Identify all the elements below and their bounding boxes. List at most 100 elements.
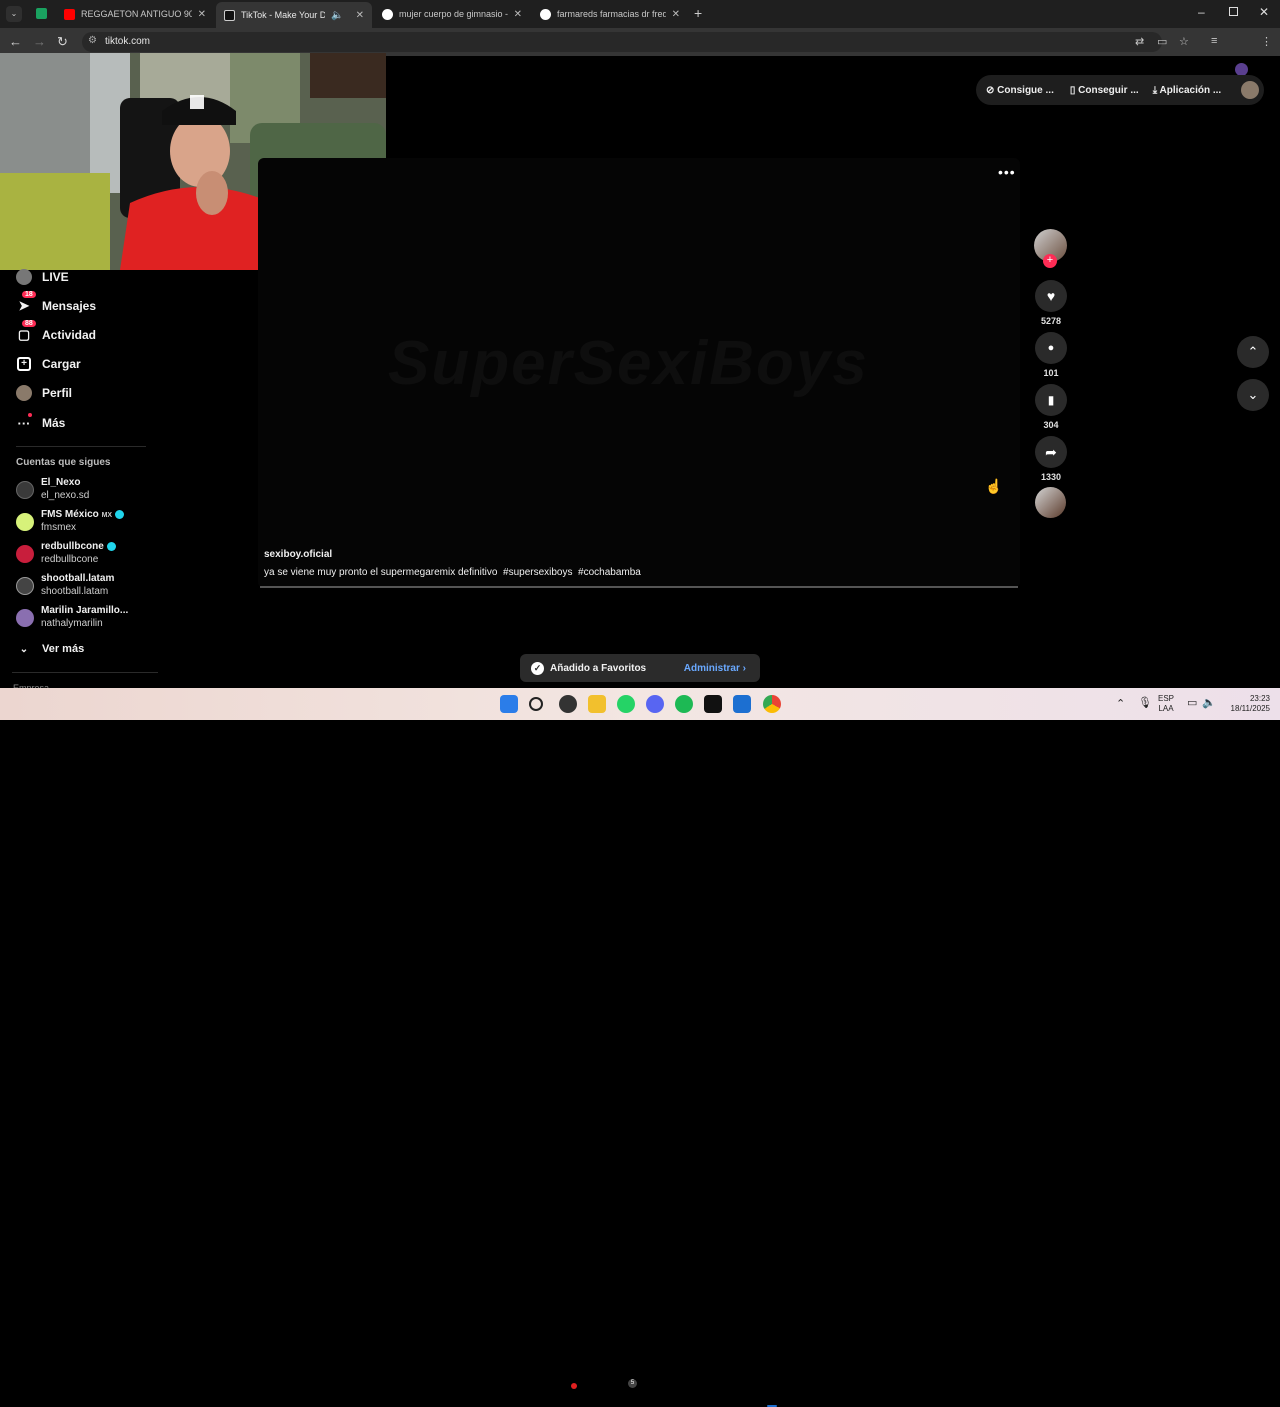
search-icon[interactable] bbox=[529, 697, 543, 711]
pinned-tab[interactable] bbox=[32, 4, 52, 24]
activity-icon: ▢ 88 bbox=[16, 320, 36, 343]
sidebar-item-more[interactable]: ··· Más bbox=[16, 413, 66, 431]
tab-tiktok[interactable]: TikTok - Make Your Day 🔈 ✕ bbox=[216, 2, 372, 28]
get-app-button[interactable]: ▯ Conseguir ... bbox=[1070, 85, 1139, 96]
bookmark-icon: ▮ bbox=[1047, 393, 1055, 407]
url-field[interactable]: ⚙ tiktok.com bbox=[82, 32, 1162, 52]
following-account[interactable]: FMS México MX fmsmex bbox=[16, 509, 125, 533]
like-button[interactable]: ♥ bbox=[1035, 280, 1067, 312]
volume-icon[interactable]: 🔈 bbox=[1202, 696, 1216, 709]
sidebar-item-label: Más bbox=[42, 416, 66, 430]
following-account[interactable]: El_Nexo el_nexo.sd bbox=[16, 477, 89, 501]
bookmark-star-icon[interactable]: ☆ bbox=[1179, 35, 1189, 48]
close-tab-icon[interactable]: ✕ bbox=[672, 9, 680, 20]
close-tab-icon[interactable]: ✕ bbox=[356, 10, 364, 21]
sidebar-item-label: Mensajes bbox=[42, 299, 97, 313]
translate-icon[interactable]: ⇄ bbox=[1135, 35, 1144, 48]
toast-message: Añadido a Favoritos bbox=[550, 662, 647, 674]
clock[interactable]: 23:23 18/11/2025 bbox=[1226, 694, 1270, 714]
share-count: 1330 bbox=[1040, 472, 1062, 482]
more-options-icon[interactable]: ••• bbox=[998, 164, 1016, 180]
music-disc-avatar[interactable] bbox=[1035, 487, 1066, 518]
video-author[interactable]: sexiboy.oficial bbox=[264, 549, 332, 560]
account-name: FMS México bbox=[41, 509, 99, 520]
google-icon bbox=[382, 8, 393, 20]
comment-button[interactable]: ● bbox=[1035, 332, 1067, 364]
previous-video-button[interactable]: ⌃ bbox=[1237, 336, 1269, 368]
menu-icon[interactable]: ⋮ bbox=[1261, 35, 1272, 48]
sidebar-item-messages[interactable]: ➤ 18 Mensajes bbox=[16, 291, 97, 314]
video-player[interactable]: SuperSexiBoys ••• sexiboy.oficial ya se … bbox=[258, 158, 1020, 588]
whatsapp-badge: 5 bbox=[628, 1379, 637, 1388]
verified-icon bbox=[106, 541, 116, 551]
sidebar-item-label: Actividad bbox=[42, 328, 97, 342]
chrome-icon[interactable] bbox=[763, 695, 781, 713]
tiktok-icon bbox=[224, 9, 235, 21]
coins-label: Consigue ... bbox=[997, 84, 1054, 96]
back-button[interactable]: ← bbox=[9, 34, 22, 49]
sidebar-item-upload[interactable]: + Cargar bbox=[16, 356, 81, 372]
site-info-icon[interactable]: ⚙ bbox=[88, 35, 97, 46]
more-icon: ··· bbox=[16, 413, 32, 431]
share-button[interactable]: ➦ bbox=[1035, 436, 1067, 468]
avatar bbox=[16, 577, 34, 595]
following-account[interactable]: shootball.latam shootball.latam bbox=[16, 573, 114, 597]
whatsapp-icon[interactable] bbox=[617, 695, 635, 713]
windows-taskbar: 5 ⌃ 🎙 ESP LAA ▭ 🔈 23:23 18/11/2025 bbox=[0, 688, 1280, 1407]
see-more-label: Ver más bbox=[42, 643, 85, 655]
next-video-button[interactable]: ⌄ bbox=[1237, 379, 1269, 411]
manage-link[interactable]: Administrar › bbox=[684, 663, 746, 674]
capcut-icon[interactable] bbox=[704, 695, 722, 713]
close-window-button[interactable]: ✕ bbox=[1259, 5, 1269, 19]
forward-button[interactable]: → bbox=[33, 34, 46, 49]
reload-button[interactable]: ↻ bbox=[57, 34, 68, 50]
media-controls-icon[interactable]: ≡ bbox=[1211, 35, 1217, 47]
tab-farmareds[interactable]: farmareds farmacias dr fred - B ✕ bbox=[532, 2, 688, 26]
user-avatar[interactable] bbox=[1241, 81, 1260, 99]
network-icon[interactable]: ▭ bbox=[1187, 696, 1197, 709]
tray-chevron-icon[interactable]: ⌃ bbox=[1116, 697, 1125, 710]
close-tab-icon[interactable]: ✕ bbox=[514, 9, 522, 20]
manage-label: Administrar bbox=[683, 662, 740, 674]
minimize-button[interactable]: – bbox=[1198, 5, 1205, 19]
account-name: El_Nexo bbox=[41, 477, 81, 488]
following-account[interactable]: redbullbcone redbullbcone bbox=[16, 541, 116, 565]
tab-reggaeton[interactable]: REGGAETON ANTIGUO 90 Y 2000 ✕ bbox=[56, 2, 214, 26]
sidebar-item-activity[interactable]: ▢ 88 Actividad bbox=[16, 320, 97, 343]
get-app-label: Conseguir ... bbox=[1078, 84, 1139, 96]
sidebar-item-live[interactable]: LIVE bbox=[16, 269, 69, 285]
download-app-button[interactable]: ⤓ Aplicación ... bbox=[1153, 85, 1222, 96]
store-icon[interactable] bbox=[733, 695, 751, 713]
speaker-icon[interactable]: 🔈 bbox=[331, 10, 343, 21]
close-tab-icon[interactable]: ✕ bbox=[198, 9, 206, 20]
header-actions: ⊘ Consigue ... ▯ Conseguir ... ⤓ Aplicac… bbox=[976, 75, 1264, 105]
upload-icon: + bbox=[16, 356, 32, 372]
sidebar-item-label: Cargar bbox=[42, 357, 81, 371]
video-progress-bar[interactable] bbox=[260, 586, 1018, 588]
account-handle: fmsmex bbox=[41, 522, 76, 533]
follow-plus-icon[interactable]: + bbox=[1043, 254, 1057, 268]
coins-button[interactable]: ⊘ Consigue ... bbox=[986, 85, 1054, 96]
tab-list-button[interactable]: ⌄ bbox=[6, 6, 22, 22]
see-more-button[interactable]: ⌄ Ver más bbox=[16, 641, 84, 657]
account-handle: el_nexo.sd bbox=[41, 490, 90, 501]
discord-icon[interactable] bbox=[646, 695, 664, 713]
cast-icon[interactable]: ▭ bbox=[1157, 35, 1167, 48]
microphone-icon[interactable]: 🎙 bbox=[1138, 696, 1152, 709]
url-text: tiktok.com bbox=[105, 36, 151, 47]
share-icon: ➦ bbox=[1045, 443, 1057, 460]
notification-badge: 18 bbox=[22, 291, 36, 298]
tab-gimnasio[interactable]: mujer cuerpo de gimnasio - Bu ✕ bbox=[374, 2, 530, 26]
new-tab-button[interactable]: + bbox=[694, 5, 702, 21]
windows-start-icon[interactable] bbox=[500, 695, 518, 713]
sidebar-item-profile[interactable]: Perfil bbox=[16, 385, 72, 401]
save-button[interactable]: ▮ bbox=[1035, 384, 1067, 416]
file-explorer-icon[interactable] bbox=[588, 695, 606, 713]
chevron-down-icon: ⌄ bbox=[1247, 387, 1259, 402]
restore-button[interactable] bbox=[1229, 7, 1238, 16]
spotify-icon[interactable] bbox=[675, 695, 693, 713]
language-indicator[interactable]: ESP LAA bbox=[1158, 694, 1174, 714]
obs-icon[interactable] bbox=[559, 695, 577, 713]
following-account[interactable]: Marilin Jaramillo... nathalymarilin bbox=[16, 605, 128, 629]
avatar bbox=[16, 609, 34, 627]
